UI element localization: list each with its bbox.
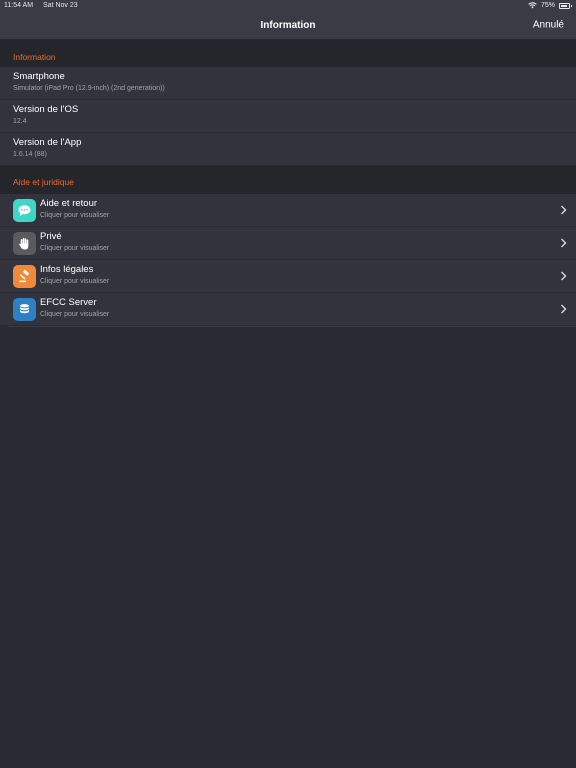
- nav-title: Information: [260, 19, 316, 31]
- help-row-feedback[interactable]: Aide et retour Cliquer pour visualiser: [0, 194, 576, 227]
- row-title: Version de l'App: [13, 137, 82, 148]
- row-subtitle: 1.6.14 (88): [13, 151, 47, 158]
- hand-icon: [13, 232, 36, 255]
- chevron-right-icon: [561, 238, 567, 248]
- nav-bar: Information Annulé: [0, 11, 576, 40]
- row-subtitle: Simulator (iPad Pro (12.9-inch) (2nd gen…: [13, 85, 165, 92]
- row-title: Version de l'OS: [13, 104, 79, 115]
- info-row-smartphone: Smartphone Simulator (iPad Pro (12.9-inc…: [0, 67, 576, 100]
- section-header-help-legal: Aide et juridique: [0, 166, 576, 194]
- status-right: 75%: [528, 2, 572, 9]
- status-time: 11:54 AM: [4, 2, 34, 9]
- gavel-icon: [13, 265, 36, 288]
- info-row-app-version: Version de l'App 1.6.14 (88): [0, 133, 576, 166]
- battery-percent: 75%: [540, 2, 555, 9]
- row-title: Infos légales: [40, 264, 94, 275]
- row-title: Smartphone: [13, 71, 65, 82]
- list-divider: [8, 326, 576, 327]
- cancel-button[interactable]: Annulé: [533, 20, 564, 31]
- row-subtitle: Cliquer pour visualiser: [40, 311, 110, 318]
- chevron-right-icon: [561, 271, 567, 281]
- row-title: Aide et retour: [40, 198, 98, 209]
- wifi-icon: [528, 2, 537, 9]
- row-subtitle: Cliquer pour visualiser: [40, 245, 110, 252]
- row-title: EFCC Server: [40, 297, 97, 308]
- battery-icon: [559, 2, 572, 9]
- row-subtitle: Cliquer pour visualiser: [40, 278, 110, 285]
- row-title: Privé: [40, 231, 62, 242]
- chevron-right-icon: [561, 205, 567, 215]
- help-row-server[interactable]: EFCC Server Cliquer pour visualiser: [0, 293, 576, 326]
- status-bar: 11:54 AM Sat Nov 23 75%: [0, 0, 576, 11]
- row-subtitle: 12.4: [13, 118, 27, 125]
- info-row-os-version: Version de l'OS 12.4: [0, 100, 576, 133]
- row-subtitle: Cliquer pour visualiser: [40, 212, 110, 219]
- status-date: Sat Nov 23: [43, 2, 78, 9]
- status-left: 11:54 AM Sat Nov 23: [4, 2, 86, 9]
- chevron-right-icon: [561, 304, 567, 314]
- help-row-legal[interactable]: Infos légales Cliquer pour visualiser: [0, 260, 576, 293]
- help-row-privacy[interactable]: Privé Cliquer pour visualiser: [0, 227, 576, 260]
- section-header-information: Information: [0, 40, 576, 67]
- database-icon: [13, 298, 36, 321]
- chat-bubble-icon: [13, 199, 36, 222]
